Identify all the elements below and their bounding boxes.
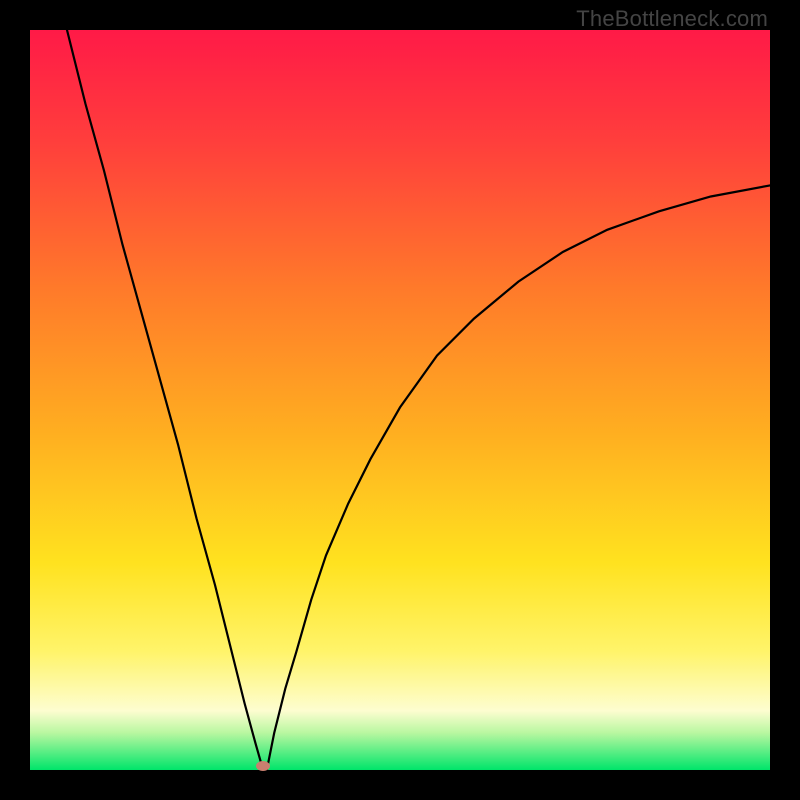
curve-left-arm [67,30,263,770]
plot-area [30,30,770,770]
watermark-text: TheBottleneck.com [576,6,768,32]
chart-frame: TheBottleneck.com [0,0,800,800]
bottleneck-curve [30,30,770,770]
curve-right-arm [267,185,770,770]
minimum-marker [256,761,270,771]
